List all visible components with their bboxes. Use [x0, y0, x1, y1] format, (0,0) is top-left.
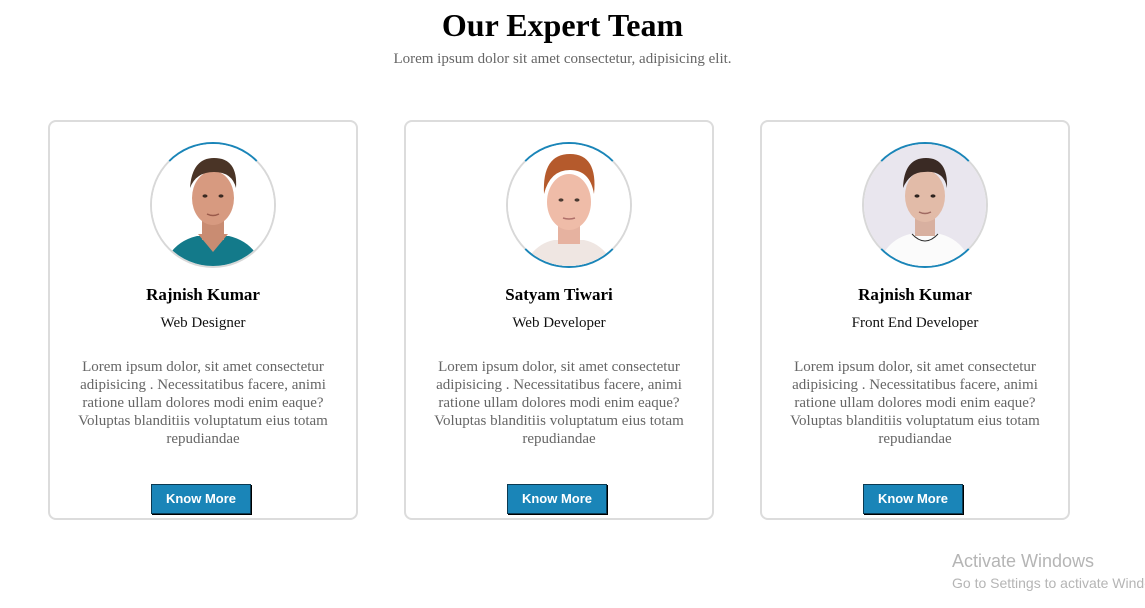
member-name: Rajnish Kumar — [858, 285, 972, 304]
member-role: Web Developer — [512, 315, 606, 331]
team-card: Rajnish Kumar Web Designer Lorem ipsum d… — [48, 120, 358, 520]
avatar — [150, 142, 276, 268]
avatar — [506, 142, 632, 268]
member-name: Rajnish Kumar — [146, 285, 260, 304]
team-card: Rajnish Kumar Front End Developer Lorem … — [760, 120, 1070, 520]
member-role: Web Designer — [160, 315, 246, 331]
know-more-button[interactable]: Know More — [507, 484, 607, 514]
watermark-subtitle: Go to Settings to activate Windows. — [952, 575, 1145, 591]
page-subtitle: Lorem ipsum dolor sit amet consectetur, … — [393, 51, 732, 67]
avatar-photo-icon — [864, 144, 986, 266]
know-more-button[interactable]: Know More — [863, 484, 963, 514]
windows-activation-watermark: Activate Windows Go to Settings to activ… — [952, 550, 1145, 592]
member-name: Satyam Tiwari — [505, 285, 613, 304]
member-description: Lorem ipsum dolor, sit amet consectetur … — [78, 359, 328, 447]
avatar-photo-icon — [508, 144, 630, 266]
member-role: Front End Developer — [851, 315, 979, 331]
page-title: Our Expert Team — [441, 7, 684, 43]
watermark-title: Activate Windows — [952, 551, 1095, 571]
know-more-button[interactable]: Know More — [151, 484, 251, 514]
member-description: Lorem ipsum dolor, sit amet consectetur … — [790, 359, 1040, 447]
avatar-photo-icon — [152, 144, 274, 266]
member-description: Lorem ipsum dolor, sit amet consectetur … — [434, 359, 684, 447]
team-card: Satyam Tiwari Web Developer Lorem ipsum … — [404, 120, 714, 520]
avatar — [862, 142, 988, 268]
